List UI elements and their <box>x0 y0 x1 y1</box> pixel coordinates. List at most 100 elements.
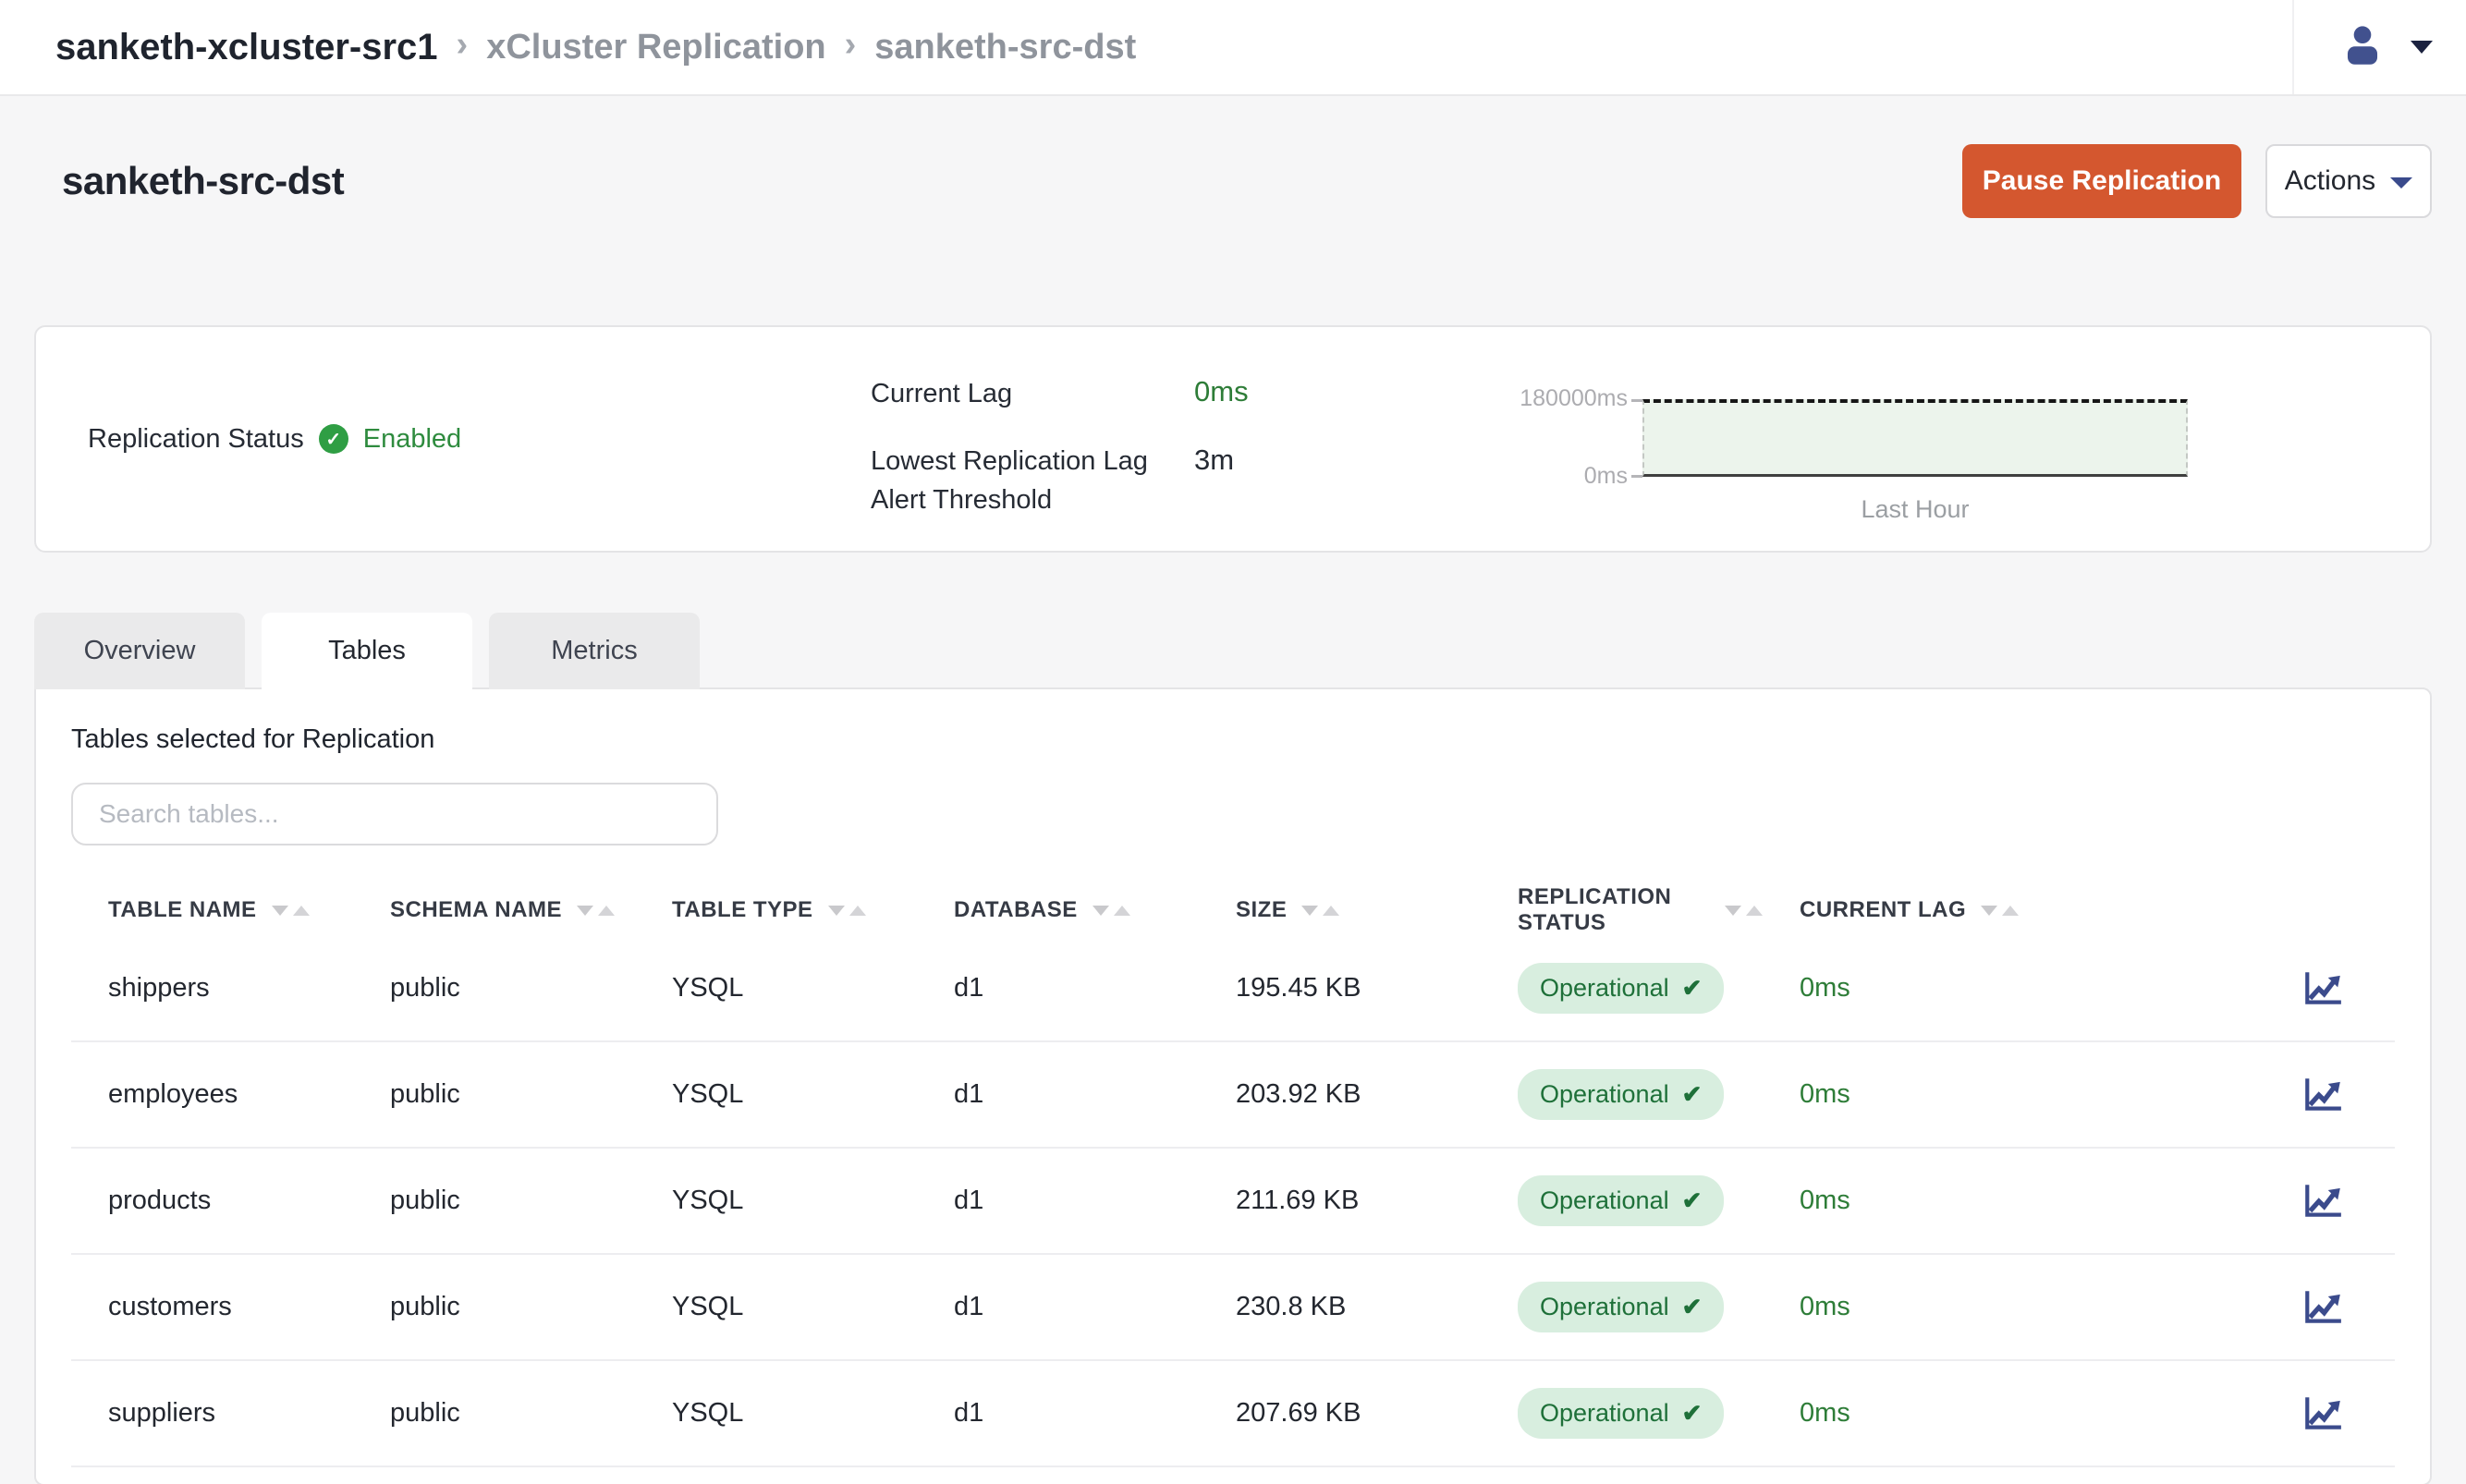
current-lag-value: 0ms <box>1194 375 1249 408</box>
column-header-replication-status[interactable]: REPLICATION STATUS <box>1481 884 1763 936</box>
current-lag-label: Current Lag <box>871 379 1012 409</box>
sort-icon[interactable] <box>1725 906 1763 916</box>
table-row[interactable]: products public YSQL d1 211.69 KB Operat… <box>71 1149 2395 1255</box>
lag-sparkline-chart <box>1642 399 2188 477</box>
lag-graph-icon[interactable] <box>2301 1182 2344 1221</box>
lag-alert-threshold-label: Lowest Replication Lag Alert Threshold <box>871 442 1148 519</box>
cell-size: 195.45 KB <box>1199 973 1481 1004</box>
cell-replication-status: Operational✔ <box>1481 1282 1763 1332</box>
column-header-table-type[interactable]: TABLE TYPE <box>635 897 917 923</box>
search-input[interactable] <box>71 783 718 845</box>
check-circle-icon: ✓ <box>319 424 348 454</box>
lag-graph-icon[interactable] <box>2301 1394 2344 1433</box>
cell-replication-status: Operational✔ <box>1481 1175 1763 1226</box>
cell-replication-status: Operational✔ <box>1481 1069 1763 1120</box>
cell-replication-status: Operational✔ <box>1481 963 1763 1014</box>
cell-database: d1 <box>917 1079 1199 1110</box>
cell-table-name: products <box>71 1186 353 1216</box>
title-row: sanketh-src-dst Pause Replication Action… <box>34 144 2432 218</box>
page-content: sanketh-src-dst Pause Replication Action… <box>0 144 2466 1484</box>
top-header-bar: sanketh-xcluster-src1 › xCluster Replica… <box>0 0 2466 96</box>
status-badge: Operational✔ <box>1518 1175 1724 1226</box>
cell-table-type: YSQL <box>635 1398 917 1429</box>
pause-replication-button[interactable]: Pause Replication <box>1962 144 2241 218</box>
chart-y-min-label: 0ms <box>1474 463 1628 490</box>
table-row[interactable]: suppliers public YSQL d1 207.69 KB Opera… <box>71 1361 2395 1467</box>
page-title: sanketh-src-dst <box>62 159 344 203</box>
chart-tick <box>1631 475 1642 478</box>
column-header-database[interactable]: DATABASE <box>917 897 1199 923</box>
tab-overview[interactable]: Overview <box>34 613 245 689</box>
user-menu-button[interactable] <box>2338 21 2466 74</box>
sort-icon[interactable] <box>1981 906 2019 916</box>
column-header-schema-name[interactable]: SCHEMA NAME <box>353 897 635 923</box>
chevron-right-icon: › <box>457 25 469 65</box>
breadcrumb: sanketh-xcluster-src1 › xCluster Replica… <box>0 27 1136 68</box>
cell-current-lag: 0ms <box>1763 1079 2040 1110</box>
check-icon: ✔ <box>1682 1186 1703 1215</box>
sort-icon[interactable] <box>272 906 310 916</box>
cell-table-type: YSQL <box>635 973 917 1004</box>
cell-table-type: YSQL <box>635 1292 917 1322</box>
check-icon: ✔ <box>1682 1080 1703 1109</box>
breadcrumb-xcluster-replication[interactable]: xCluster Replication <box>486 28 825 67</box>
cell-size: 207.69 KB <box>1199 1398 1481 1429</box>
lag-graph-icon[interactable] <box>2301 969 2344 1008</box>
column-header-current-lag[interactable]: CURRENT LAG <box>1763 897 2040 923</box>
cell-current-lag: 0ms <box>1763 1398 2040 1429</box>
tab-tables[interactable]: Tables <box>262 613 472 689</box>
check-icon: ✔ <box>1682 1399 1703 1428</box>
replication-status-panel: Replication Status ✓ Enabled Current Lag… <box>34 325 2432 553</box>
actions-label: Actions <box>2285 165 2375 197</box>
table-row[interactable]: customers public YSQL d1 230.8 KB Operat… <box>71 1255 2395 1361</box>
actions-dropdown-button[interactable]: Actions <box>2265 144 2432 218</box>
chevron-down-icon <box>2390 177 2412 189</box>
table-row[interactable]: shippers public YSQL d1 195.45 KB Operat… <box>71 936 2395 1042</box>
cell-current-lag: 0ms <box>1763 1292 2040 1322</box>
check-icon: ✔ <box>1682 974 1703 1003</box>
cell-table-name: customers <box>71 1292 353 1322</box>
cell-schema-name: public <box>353 1186 635 1216</box>
lag-graph-icon[interactable] <box>2301 1288 2344 1327</box>
cell-size: 203.92 KB <box>1199 1079 1481 1110</box>
cell-schema-name: public <box>353 1398 635 1429</box>
lag-alert-threshold-label-line2: Alert Threshold <box>871 480 1148 519</box>
cell-schema-name: public <box>353 1292 635 1322</box>
status-badge: Operational✔ <box>1518 1388 1724 1439</box>
tab-metrics[interactable]: Metrics <box>489 613 700 689</box>
chart-tick <box>1631 399 1642 402</box>
replication-status: Replication Status ✓ Enabled <box>88 327 461 551</box>
chevron-down-icon <box>2411 41 2433 54</box>
cell-database: d1 <box>917 1398 1199 1429</box>
cell-table-name: shippers <box>71 973 353 1004</box>
status-badge: Operational✔ <box>1518 1282 1724 1332</box>
replication-status-value: Enabled <box>363 424 461 455</box>
cell-size: 211.69 KB <box>1199 1186 1481 1216</box>
cell-table-type: YSQL <box>635 1186 917 1216</box>
cell-table-name: employees <box>71 1079 353 1110</box>
sort-icon[interactable] <box>1093 906 1130 916</box>
cell-database: d1 <box>917 1292 1199 1322</box>
lag-alert-threshold-value: 3m <box>1194 444 1234 477</box>
breadcrumb-replication-name: sanketh-src-dst <box>874 28 1136 67</box>
column-header-table-name[interactable]: TABLE NAME <box>71 897 353 923</box>
cell-replication-status: Operational✔ <box>1481 1388 1763 1439</box>
chart-y-max-label: 180000ms <box>1474 385 1628 412</box>
cell-table-type: YSQL <box>635 1079 917 1110</box>
cell-current-lag: 0ms <box>1763 1186 2040 1216</box>
tab-bar: Overview Tables Metrics <box>34 613 2432 689</box>
table-row[interactable]: employees public YSQL d1 203.92 KB Opera… <box>71 1042 2395 1149</box>
cell-database: d1 <box>917 1186 1199 1216</box>
lag-graph-icon[interactable] <box>2301 1076 2344 1114</box>
sort-icon[interactable] <box>1301 906 1339 916</box>
lag-alert-threshold-label-line1: Lowest Replication Lag <box>871 442 1148 480</box>
status-badge: Operational✔ <box>1518 963 1724 1014</box>
sort-icon[interactable] <box>828 906 866 916</box>
cell-size: 230.8 KB <box>1199 1292 1481 1322</box>
section-heading: Tables selected for Replication <box>71 724 2395 755</box>
breadcrumb-universe[interactable]: sanketh-xcluster-src1 <box>55 27 438 68</box>
column-header-size[interactable]: SIZE <box>1199 897 1481 923</box>
cell-database: d1 <box>917 973 1199 1004</box>
sort-icon[interactable] <box>577 906 615 916</box>
status-badge: Operational✔ <box>1518 1069 1724 1120</box>
